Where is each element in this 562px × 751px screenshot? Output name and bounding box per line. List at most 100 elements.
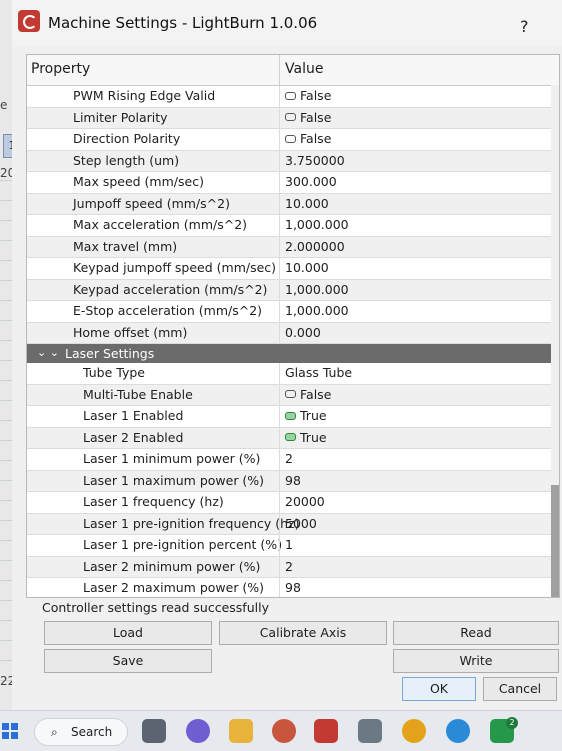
taskbar: ⌕ Search 2	[0, 710, 562, 751]
table-row[interactable]: Laser 1 frequency (hz) 20000	[27, 492, 559, 514]
property-value[interactable]: 1,000.000	[285, 217, 349, 232]
ok-button[interactable]: OK	[402, 677, 476, 701]
chrome-icon[interactable]	[402, 719, 426, 743]
calculator-icon[interactable]	[358, 719, 382, 743]
table-row[interactable]: Direction Polarity False	[27, 129, 559, 151]
settings-table: Property Value PWM Rising Edge Valid Fals…	[26, 54, 560, 598]
toggle-switch-icon[interactable]	[285, 134, 296, 143]
table-row[interactable]: Jumpoff speed (mm/s^2) 10.000	[27, 193, 559, 215]
property-value[interactable]: 0.000	[285, 325, 321, 340]
column-separator	[279, 258, 280, 279]
property-name: Step length (um)	[73, 152, 180, 168]
property-name: PWM Rising Edge Valid	[73, 88, 216, 103]
property-name: Max speed (mm/sec)	[73, 174, 204, 189]
property-value[interactable]: 10.000	[285, 196, 329, 211]
read-button[interactable]: Read	[393, 621, 559, 645]
table-row[interactable]: Laser 2 Enabled True	[27, 427, 559, 449]
property-value[interactable]: False	[285, 110, 331, 125]
property-value[interactable]: False	[285, 131, 331, 146]
table-row[interactable]: Laser 1 Enabled True	[27, 406, 559, 428]
scrollbar-thumb[interactable]	[551, 485, 559, 597]
table-header: Property Value	[27, 55, 559, 86]
property-value[interactable]: Glass Tube	[285, 365, 352, 380]
lightburn-app-icon	[18, 10, 40, 32]
table-row[interactable]: Tube Type Glass Tube	[27, 363, 559, 385]
taskbar-search[interactable]: ⌕ Search	[34, 718, 128, 746]
machine-settings-dialog: Machine Settings - LightBurn 1.0.06 ? Pr…	[12, 0, 562, 710]
property-value[interactable]: 1	[285, 537, 293, 552]
teams-chat-icon[interactable]	[186, 719, 210, 743]
table-row[interactable]: Keypad acceleration (mm/s^2) 1,000.000	[27, 279, 559, 301]
table-row[interactable]: Limiter Polarity False	[27, 107, 559, 129]
table-row[interactable]: Laser 2 maximum power (%) 98	[27, 578, 559, 597]
property-value[interactable]: 1,000.000	[285, 303, 349, 318]
notification-badge: 2	[506, 717, 518, 729]
table-row[interactable]: PWM Rising Edge Valid False	[27, 86, 559, 108]
property-value-text: 2	[285, 558, 293, 574]
property-value[interactable]: 10.000	[285, 260, 329, 275]
property-value-text: 1,000.000	[285, 217, 349, 232]
save-button[interactable]: Save	[44, 649, 212, 673]
property-value[interactable]: 3.750000	[285, 153, 345, 168]
toggle-switch-icon[interactable]	[285, 390, 296, 398]
cancel-button[interactable]: Cancel	[483, 677, 557, 701]
property-value[interactable]: 98	[285, 473, 301, 488]
header-value[interactable]: Value	[285, 61, 323, 77]
property-value-text: 3.750000	[285, 152, 345, 168]
table-row[interactable]: Step length (um) 3.750000	[27, 150, 559, 172]
help-button[interactable]: ?	[520, 17, 529, 36]
lightburn-taskbar-icon[interactable]	[314, 719, 338, 743]
column-separator	[279, 107, 280, 128]
property-value[interactable]: 2	[285, 559, 293, 574]
table-row[interactable]: Max acceleration (mm/s^2) 1,000.000	[27, 215, 559, 237]
table-row[interactable]: Keypad jumpoff speed (mm/sec) 10.000	[27, 258, 559, 280]
column-separator	[279, 86, 280, 107]
app-icon-red[interactable]	[272, 719, 296, 743]
calibrate-axis-button[interactable]: Calibrate Axis	[219, 621, 387, 645]
property-value[interactable]: 98	[285, 580, 301, 595]
toggle-switch-icon[interactable]	[285, 411, 296, 420]
property-value[interactable]: True	[285, 430, 327, 445]
property-value[interactable]: 20000	[285, 494, 325, 509]
property-name: Laser 1 pre-ignition frequency (hz)	[83, 515, 300, 531]
property-name: Keypad jumpoff speed (mm/sec)	[73, 260, 277, 275]
table-row[interactable]: Laser 1 minimum power (%) 2	[27, 449, 559, 471]
column-separator	[279, 215, 280, 236]
table-row[interactable]: Home offset (mm) 0.000	[27, 322, 559, 344]
property-value[interactable]: True	[285, 408, 327, 423]
edge-icon[interactable]	[446, 719, 470, 743]
toggle-switch-icon[interactable]	[285, 433, 296, 441]
collapse-chevron-icon[interactable]: ⌄ ⌄	[37, 346, 59, 359]
column-separator	[279, 384, 280, 405]
table-row[interactable]: Laser 2 minimum power (%) 2	[27, 556, 559, 578]
property-value[interactable]: 5000	[285, 516, 317, 531]
property-value[interactable]: False	[285, 88, 331, 103]
task-view-icon[interactable]	[142, 719, 166, 743]
toggle-switch-icon[interactable]	[285, 91, 296, 100]
windows-start-icon[interactable]	[2, 723, 18, 739]
table-row[interactable]: Max speed (mm/sec) 300.000	[27, 172, 559, 194]
table-row[interactable]: Laser 1 pre-ignition percent (%) 1	[27, 535, 559, 557]
column-separator	[279, 470, 280, 491]
table-row[interactable]: Multi-Tube Enable False	[27, 384, 559, 406]
load-button[interactable]: Load	[44, 621, 212, 645]
file-explorer-icon[interactable]	[229, 719, 253, 743]
table-row[interactable]: E-Stop acceleration (mm/s^2) 1,000.000	[27, 301, 559, 323]
property-value[interactable]: 2.000000	[285, 239, 345, 254]
property-value[interactable]: 1,000.000	[285, 282, 349, 297]
toggle-switch-icon[interactable]	[285, 113, 296, 121]
column-separator	[279, 427, 280, 448]
write-button[interactable]: Write	[393, 649, 559, 673]
table-scrollbar[interactable]	[551, 85, 559, 597]
column-separator	[279, 129, 280, 150]
header-property[interactable]: Property	[31, 61, 90, 77]
property-value[interactable]: 2	[285, 451, 293, 466]
property-value-text: 98	[285, 580, 301, 595]
table-row[interactable]: Laser 1 pre-ignition frequency (hz) 5000	[27, 513, 559, 535]
table-row[interactable]: Laser 1 maximum power (%) 98	[27, 470, 559, 492]
property-value[interactable]: False	[285, 387, 331, 402]
property-value-text: 2	[285, 451, 293, 466]
property-value[interactable]: 300.000	[285, 174, 337, 189]
laser-settings-group-header[interactable]: ⌄ ⌄ Laser Settings	[27, 344, 559, 363]
table-row[interactable]: Max travel (mm) 2.000000	[27, 236, 559, 258]
